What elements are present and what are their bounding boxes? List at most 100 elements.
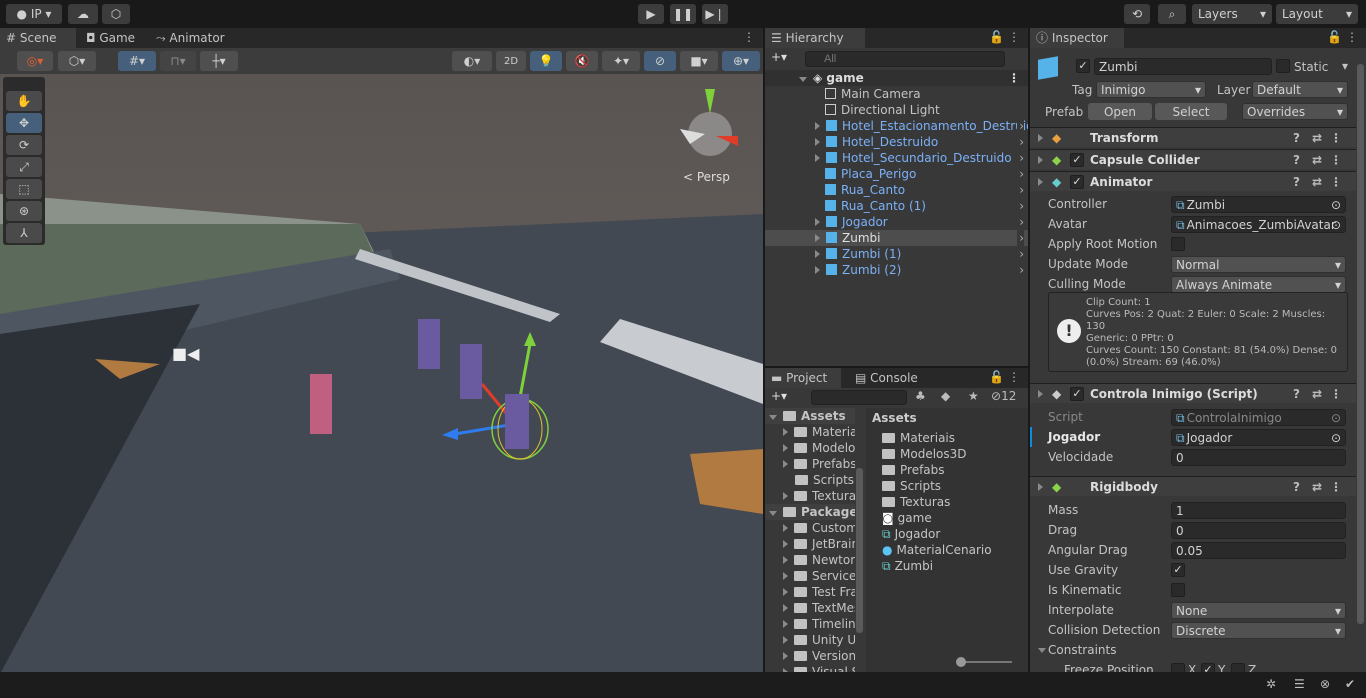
prefab-select-button[interactable]: Select	[1155, 103, 1227, 120]
tab-game[interactable]: ◘ Game	[80, 28, 140, 48]
help-icon[interactable]: ?	[1293, 477, 1300, 497]
step-button[interactable]: ▶❘	[702, 4, 728, 24]
chevron-right-icon[interactable]: ›	[1017, 134, 1024, 150]
component-enabled-checkbox[interactable]: ✓	[1070, 175, 1084, 189]
audio-button[interactable]: 🔇	[566, 51, 598, 71]
property-dropdown[interactable]: Always Animate ▾	[1171, 276, 1346, 293]
asset-item[interactable]: ● MaterialCenario	[866, 542, 1028, 558]
property-dropdown[interactable]: Discrete ▾	[1171, 622, 1346, 639]
more-icon[interactable]: ⋮	[1008, 370, 1020, 384]
move-tool[interactable]: ✥	[6, 113, 42, 133]
expand-arrow-icon[interactable]	[1038, 178, 1043, 186]
expand-arrow-icon[interactable]	[1038, 134, 1043, 142]
camera-button[interactable]: ■▾	[680, 51, 718, 71]
lock-icon[interactable]: 🔓	[989, 30, 1004, 44]
more-icon[interactable]: ⋮	[1330, 128, 1342, 148]
hidden-packages-button[interactable]: ⊘12	[991, 389, 1016, 403]
help-icon[interactable]: ?	[1293, 128, 1300, 148]
component-enabled-checkbox[interactable]: ✓	[1070, 387, 1084, 401]
asset-item[interactable]: ⧉ Jogador	[866, 526, 1028, 542]
expand-arrow-icon[interactable]	[815, 122, 820, 130]
rect-tool[interactable]: ⬚	[6, 179, 42, 199]
tab-animator[interactable]: ⤳ Animator	[150, 28, 240, 48]
hand-tool[interactable]: ✋	[6, 91, 42, 111]
shading-button[interactable]: ◐▾	[452, 51, 492, 71]
chevron-right-icon[interactable]: ›	[1017, 230, 1024, 246]
layer-dropdown[interactable]: Default ▾	[1252, 81, 1348, 98]
tab-scene[interactable]: # Scene	[0, 28, 76, 48]
expand-arrow-icon[interactable]	[783, 636, 788, 644]
static-dropdown-icon[interactable]: ▾	[1342, 59, 1348, 73]
2d-button[interactable]: 2D	[496, 51, 526, 71]
layout-dropdown[interactable]: Layout ▾	[1276, 4, 1358, 24]
scene-viewport[interactable]: ■◀ < Persp ✋ ✥ ⟳ ⤢ ⬚ ⊛ ⅄	[0, 74, 763, 672]
project-tree-item[interactable]: Services Core	[765, 568, 855, 584]
tag-dropdown[interactable]: Inimigo ▾	[1096, 81, 1206, 98]
rotate-tool[interactable]: ⟳	[6, 135, 42, 155]
account-dropdown[interactable]: ● IP ▾	[6, 4, 62, 24]
object-name-field[interactable]: Zumbi	[1094, 58, 1272, 75]
freeze-checkbox[interactable]	[1231, 663, 1245, 672]
auto-gen-lighting-icon[interactable]: ⊗	[1320, 677, 1330, 691]
expand-arrow-icon[interactable]	[799, 77, 807, 82]
project-tree-item[interactable]: Custom NUnit	[765, 520, 855, 536]
component-header[interactable]: ◆ ✓ Controla Inimigo (Script)? ⇄ ⋮	[1030, 383, 1356, 403]
lighting-button[interactable]: 💡	[530, 51, 562, 71]
expand-arrow-icon[interactable]	[783, 620, 788, 628]
expand-arrow-icon[interactable]	[783, 428, 788, 436]
hierarchy-item[interactable]: Main Camera	[765, 86, 1028, 102]
more-icon[interactable]: ⋮	[1330, 477, 1342, 497]
hierarchy-search-input[interactable]	[805, 51, 1005, 67]
more-icon[interactable]: ⋮	[1008, 70, 1020, 86]
presets-icon[interactable]: ⇄	[1312, 150, 1322, 170]
expand-arrow-icon[interactable]	[769, 415, 777, 420]
tab-console[interactable]: ▤ Console	[849, 368, 929, 388]
assets-breadcrumb[interactable]: Assets	[866, 410, 1028, 426]
expand-arrow-icon[interactable]	[1038, 483, 1043, 491]
hierarchy-item[interactable]: Zumbi (2) ›	[765, 262, 1028, 278]
chevron-right-icon[interactable]: ›	[1017, 246, 1024, 262]
property-dropdown[interactable]: None ▾	[1171, 602, 1346, 619]
expand-arrow-icon[interactable]	[815, 218, 820, 226]
expand-arrow-icon[interactable]	[783, 588, 788, 596]
help-icon[interactable]: ?	[1293, 384, 1300, 404]
expand-arrow-icon[interactable]	[1038, 390, 1043, 398]
expand-arrow-icon[interactable]	[783, 444, 788, 452]
project-tree-item[interactable]: Newtonsoft Json	[765, 552, 855, 568]
lock-icon[interactable]: 🔓	[989, 370, 1004, 384]
icon-size-slider[interactable]	[956, 657, 1012, 667]
scene-root-row[interactable]: ◈ game ⋮	[765, 70, 1028, 86]
layers-dropdown[interactable]: Layers ▾	[1192, 4, 1272, 24]
hierarchy-item[interactable]: Rua_Canto ›	[765, 182, 1028, 198]
cloud-button[interactable]: ☁	[68, 4, 98, 24]
object-picker-icon[interactable]: ⊙	[1331, 217, 1341, 232]
property-checkbox[interactable]	[1171, 237, 1185, 251]
property-checkbox[interactable]: ✓	[1171, 563, 1185, 577]
expand-arrow-icon[interactable]	[815, 138, 820, 146]
property-input[interactable]: ⧉ Zumbi ⊙	[1171, 196, 1346, 213]
property-input[interactable]: 0.05	[1171, 542, 1346, 559]
more-icon[interactable]: ⋮	[1346, 30, 1358, 44]
add-button[interactable]: +▾	[771, 389, 787, 403]
search-by-type-icon[interactable]: ♣	[915, 389, 926, 403]
add-button[interactable]: +▾	[771, 50, 787, 64]
object-picker-icon[interactable]: ⊙	[1331, 430, 1341, 445]
asset-item[interactable]: ⧉ Zumbi	[866, 558, 1028, 574]
persp-label[interactable]: < Persp	[683, 170, 730, 184]
asset-item[interactable]: Texturas	[866, 494, 1028, 510]
freeze-checkbox[interactable]	[1171, 663, 1185, 672]
component-header[interactable]: ◆ Transform? ⇄ ⋮	[1030, 127, 1356, 147]
tab-inspector[interactable]: ⓘ Inspector	[1030, 28, 1124, 48]
property-input[interactable]: 0	[1171, 522, 1346, 539]
more-icon[interactable]: ⋮	[1330, 172, 1342, 192]
hierarchy-item[interactable]: Placa_Perigo ›	[765, 166, 1028, 182]
collab-button[interactable]: ⬡	[102, 4, 130, 24]
hierarchy-item[interactable]: Hotel_Destruido ›	[765, 134, 1028, 150]
presets-icon[interactable]: ⇄	[1312, 384, 1322, 404]
active-checkbox[interactable]: ✓	[1076, 59, 1090, 73]
hierarchy-item[interactable]: Rua_Canto (1) ›	[765, 198, 1028, 214]
object-picker-icon[interactable]: ⊙	[1331, 197, 1341, 212]
object-picker-icon[interactable]: ⊙	[1331, 410, 1341, 425]
lock-icon[interactable]: 🔓	[1327, 30, 1342, 44]
project-tree-item[interactable]: Scripts	[765, 472, 855, 488]
